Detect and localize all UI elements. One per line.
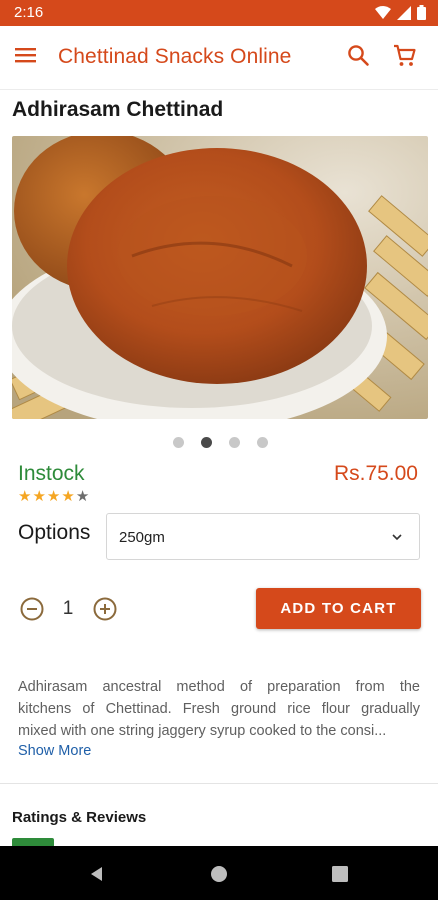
- carousel-dot-active[interactable]: [201, 437, 212, 448]
- back-icon[interactable]: [88, 865, 106, 883]
- star-filled-icon: ★: [46, 488, 61, 505]
- chevron-down-icon: [392, 534, 402, 541]
- options-selected-value: 250gm: [119, 529, 165, 546]
- carousel-dot[interactable]: [229, 437, 240, 448]
- carousel-dot[interactable]: [173, 437, 184, 448]
- signal-icon: [397, 5, 411, 20]
- options-select[interactable]: 250gm: [106, 513, 420, 560]
- star-filled-icon: ★: [18, 488, 32, 505]
- options-label: Options: [18, 521, 91, 544]
- home-icon[interactable]: [210, 865, 228, 883]
- recents-icon[interactable]: [332, 866, 348, 882]
- carousel-dot[interactable]: [257, 437, 268, 448]
- wifi-icon: [375, 5, 391, 19]
- image-carousel-dots: [0, 437, 438, 451]
- menu-button[interactable]: [14, 45, 42, 71]
- cart-icon: [394, 44, 416, 66]
- product-photo: [12, 136, 428, 419]
- star-filled-icon: ★: [32, 488, 46, 505]
- app-bar: Chettinad Snacks Online: [0, 26, 438, 90]
- cart-button[interactable]: [392, 43, 420, 71]
- show-more-link[interactable]: Show More: [18, 743, 91, 759]
- menu-icon: [15, 48, 36, 63]
- quantity-decrease-button[interactable]: [19, 596, 45, 622]
- add-to-cart-button[interactable]: ADD TO CART: [256, 588, 421, 629]
- reviews-title: Ratings & Reviews: [12, 809, 147, 826]
- description-line: Adhirasam ancestral method of preparatio…: [18, 679, 420, 695]
- plus-circle-icon: [93, 597, 117, 621]
- rating-stars: ★ ★ ★ ★ ★: [18, 489, 89, 504]
- product-image[interactable]: [12, 136, 428, 419]
- description-line: kitchens of Chettinad. Fresh ground rice…: [18, 701, 420, 717]
- status-time: 2:16: [14, 4, 44, 21]
- star-filled-icon: ★: [61, 488, 75, 505]
- description-line: mixed with one string jaggery syrup cook…: [18, 723, 387, 739]
- product-description: Adhirasam ancestral method of preparatio…: [18, 676, 420, 742]
- quantity-increase-button[interactable]: [92, 596, 118, 622]
- stock-status: Instock: [18, 462, 85, 485]
- section-divider: [0, 783, 438, 784]
- star-empty-icon: ★: [75, 488, 90, 505]
- app-title: Chettinad Snacks Online: [58, 45, 292, 68]
- search-button[interactable]: [346, 43, 374, 71]
- system-nav-bar: [0, 846, 438, 900]
- product-title: Adhirasam Chettinad: [12, 98, 224, 121]
- status-bar: 2:16: [0, 0, 438, 26]
- product-price: Rs.75.00: [333, 462, 418, 485]
- search-icon: [348, 45, 369, 66]
- battery-icon: [417, 5, 426, 20]
- quantity-value: 1: [62, 598, 74, 619]
- minus-circle-icon: [20, 597, 44, 621]
- status-icons: [375, 5, 426, 20]
